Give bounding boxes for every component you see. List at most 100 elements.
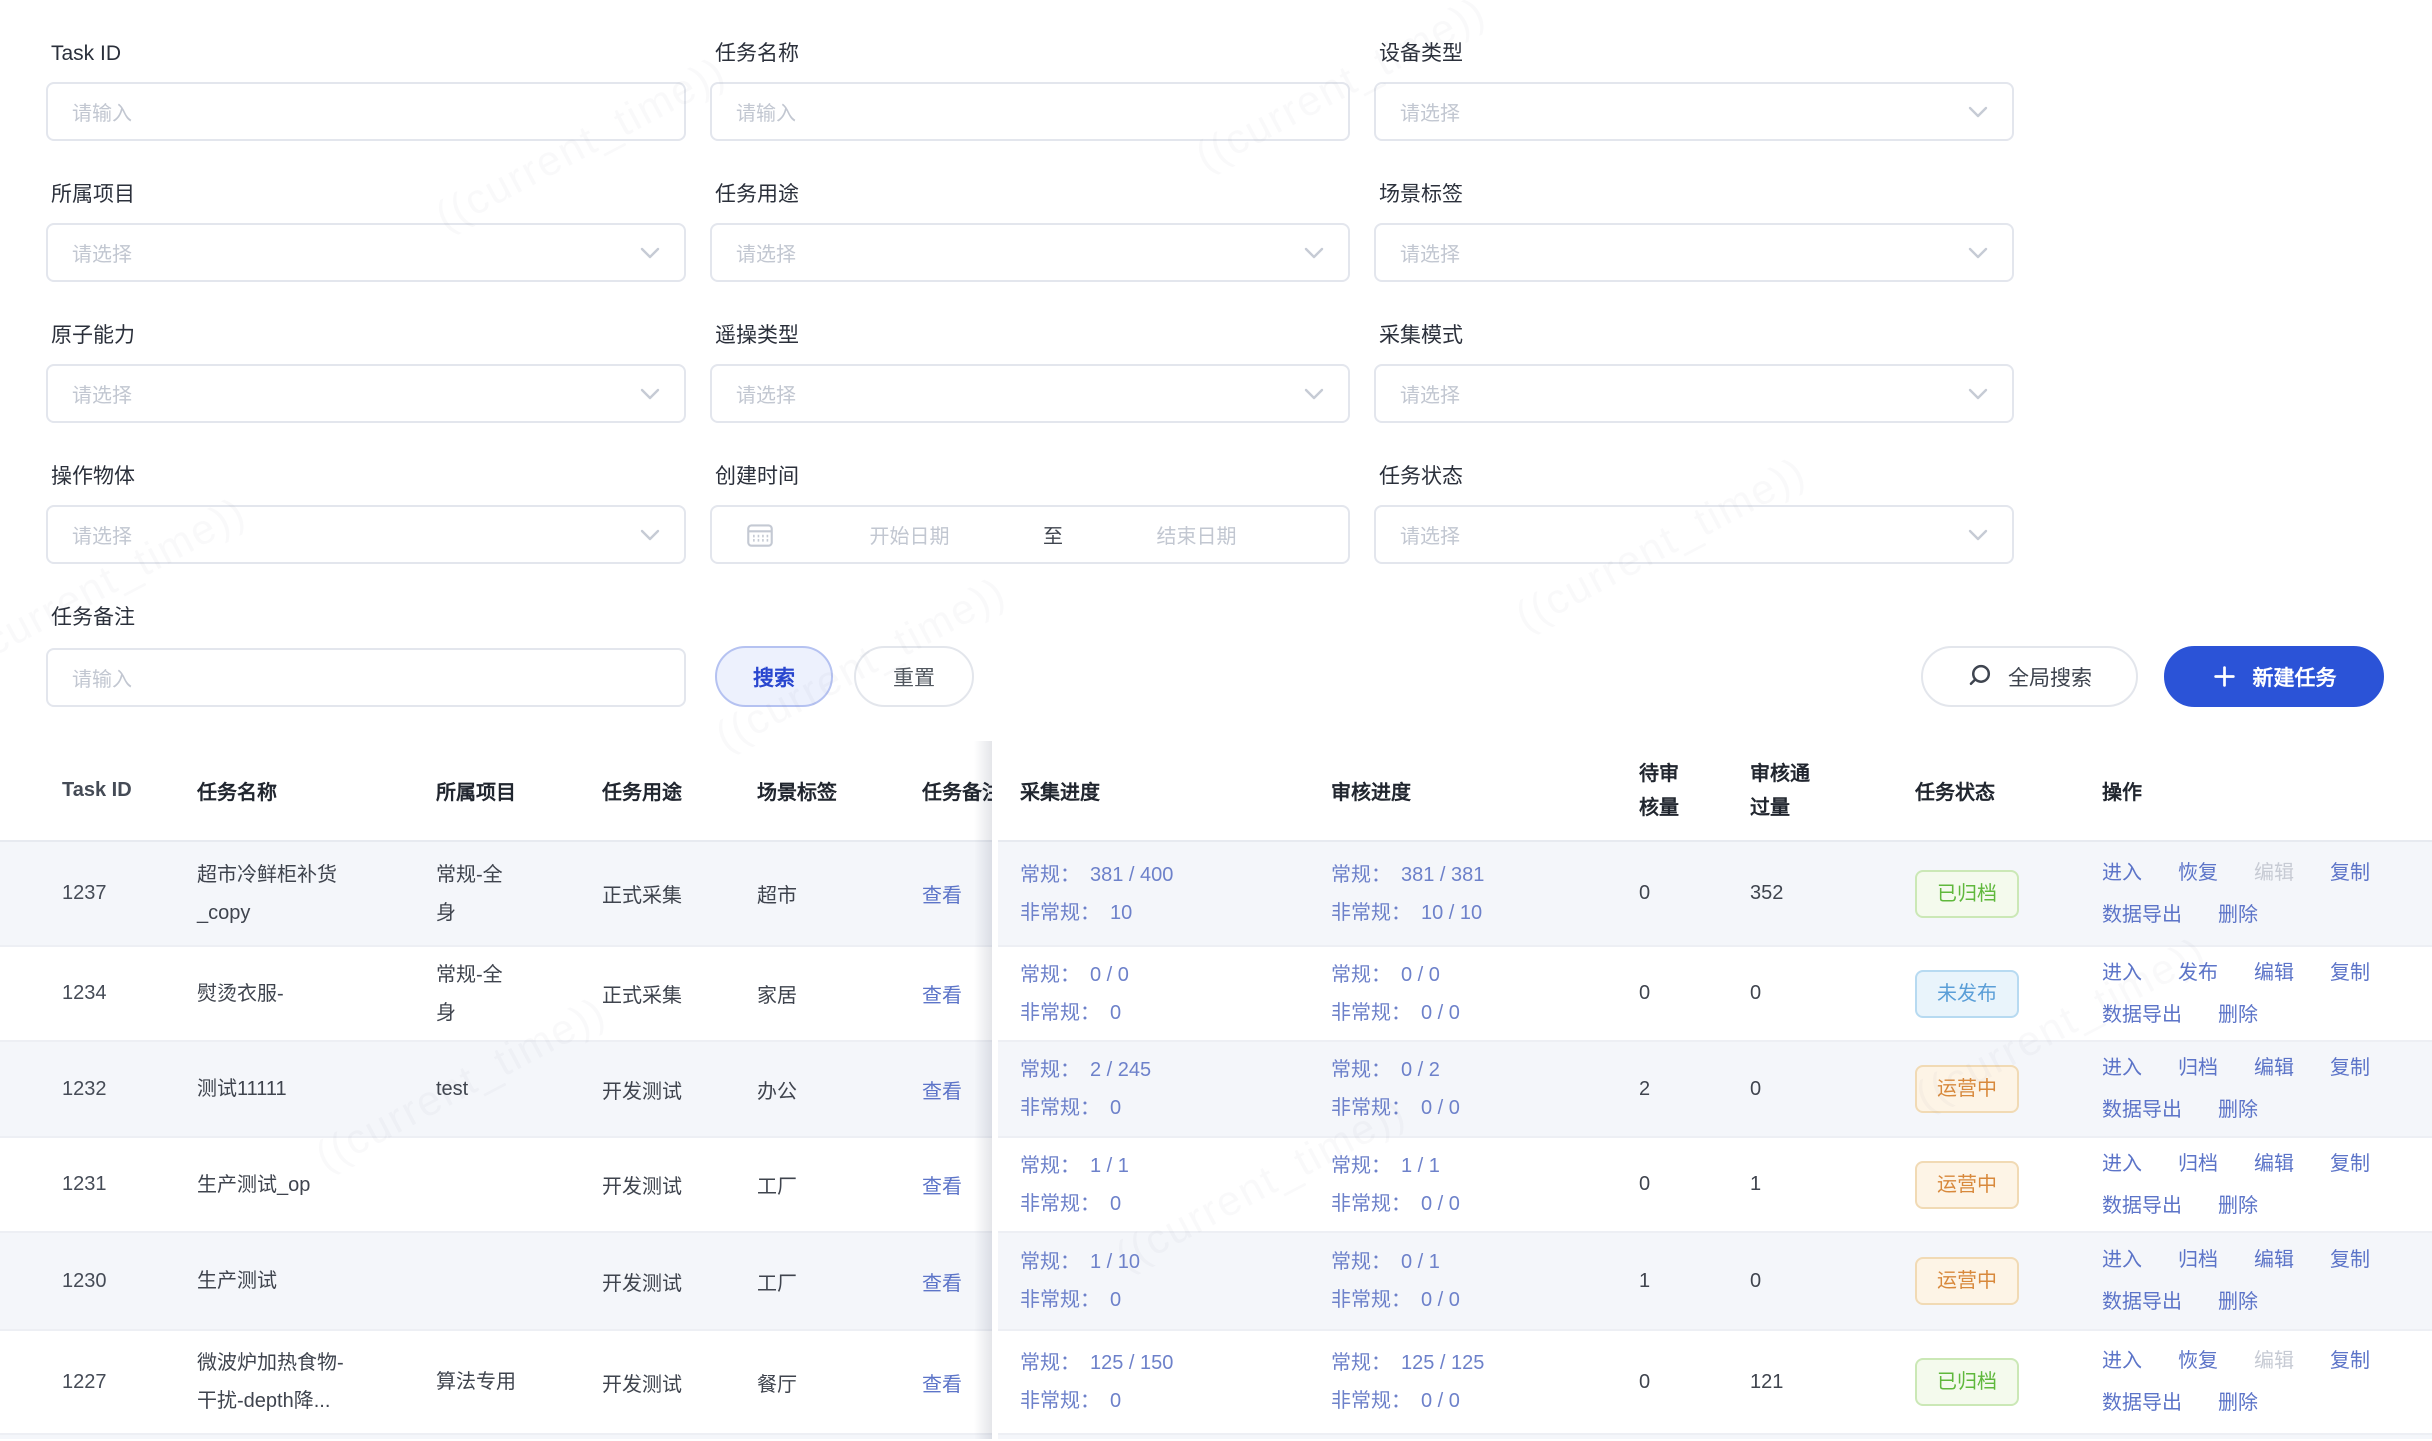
cell-approved-count: 1 [1726,1137,1891,1232]
atomic-ability-select[interactable]: 请选择 [46,364,686,423]
status-select[interactable]: 请选择 [1374,505,2014,564]
action-delete-link[interactable]: 删除 [2218,1282,2258,1322]
col-header-approved: 审核通过量 [1750,757,1816,825]
cell-collect-progress: 常规：0 / 0 非常规：0 [998,946,1311,1041]
teleop-type-select[interactable]: 请选择 [710,364,1350,423]
col-header-status: 任务状态 [1891,741,2078,841]
table-header-row: 采集进度 审核进度 待审核量 审核通过量 任务状态 操作 [998,741,2432,841]
reset-button[interactable]: 重置 [854,646,974,707]
cell-collect-progress: 常规：381 / 400 非常规：10 [998,841,1311,946]
action-enter-link[interactable]: 进入 [2102,1144,2142,1184]
task-name-placeholder: 请输入 [736,97,796,126]
status-badge: 已归档 [1915,870,2019,918]
search-button[interactable]: 搜索 [715,646,833,707]
task-id-input[interactable]: 请输入 [46,82,686,141]
col-header-name: 任务名称 [197,741,436,841]
task-name-input[interactable]: 请输入 [710,82,1350,141]
cell-scene: 家居 [757,946,918,1041]
status-badge: 运营中 [1915,1257,2019,1305]
view-remark-link[interactable]: 查看 [922,1273,962,1295]
action-edit-link[interactable]: 编辑 [2254,1240,2294,1280]
purpose-select[interactable]: 请选择 [710,223,1350,282]
col-header-scene: 场景标签 [757,741,918,841]
action-enter-link[interactable]: 进入 [2102,1341,2142,1381]
filter-purpose-label: 任务用途 [710,181,1350,209]
filter-task-id: Task ID 请输入 [46,40,686,141]
cell-purpose: 正式采集 [602,841,757,946]
action-delete-link[interactable]: 删除 [2218,1186,2258,1226]
table-row: 常规：1 / 1 非常规：0 常规：1 / 1 非常规：0 / 0 0 1 运营… [998,1137,2432,1232]
action-export-link[interactable]: 数据导出 [2102,895,2182,935]
action-enter-link[interactable]: 进入 [2102,1048,2142,1088]
cell-purpose: 正式采集 [602,946,757,1041]
device-type-select[interactable]: 请选择 [1374,82,2014,141]
start-date-placeholder[interactable]: 开始日期 [782,520,1037,549]
action-enter-link[interactable]: 进入 [2102,853,2142,893]
action-delete-link[interactable]: 删除 [2218,995,2258,1035]
action-export-link[interactable]: 数据导出 [2102,1383,2182,1423]
view-remark-link[interactable]: 查看 [922,1374,962,1396]
action-copy-link[interactable]: 复制 [2330,1144,2370,1184]
project-select[interactable]: 请选择 [46,223,686,282]
create-task-button[interactable]: 新建任务 [2164,646,2384,707]
action-edit-link[interactable]: 编辑 [2254,1048,2294,1088]
view-remark-link[interactable]: 查看 [922,1081,962,1103]
collect-mode-select[interactable]: 请选择 [1374,364,2014,423]
plus-icon [2212,664,2237,689]
action-edit-link: 编辑 [2254,1341,2294,1381]
action-export-link[interactable]: 数据导出 [2102,1186,2182,1226]
col-header-task-id: Task ID [0,741,197,841]
global-search-label: 全局搜索 [2008,662,2092,692]
action-enter-link[interactable]: 进入 [2102,1240,2142,1280]
action-export-link[interactable]: 数据导出 [2102,1282,2182,1322]
purpose-placeholder: 请选择 [736,238,796,267]
view-remark-link[interactable]: 查看 [922,1176,962,1198]
action-copy-link[interactable]: 复制 [2330,1240,2370,1280]
action-archive-link[interactable]: 归档 [2178,1048,2218,1088]
col-header-review-progress: 审核进度 [1311,741,1615,841]
action-export-link[interactable]: 数据导出 [2102,1090,2182,1130]
cell-scene: 餐厅 [757,1330,918,1434]
action-restore-link[interactable]: 恢复 [2178,1341,2218,1381]
col-header-project: 所属项目 [436,741,602,841]
remark-input[interactable]: 请输入 [46,648,686,707]
task-id-placeholder: 请输入 [72,97,132,126]
action-delete-link[interactable]: 删除 [2218,1383,2258,1423]
action-edit-link[interactable]: 编辑 [2254,953,2294,993]
project-placeholder: 请选择 [72,238,132,267]
action-publish-link[interactable]: 发布 [2178,953,2218,993]
status-badge: 运营中 [1915,1065,2019,1113]
action-copy-link[interactable]: 复制 [2330,953,2370,993]
view-remark-link[interactable]: 查看 [922,985,962,1007]
calendar-icon [744,519,776,551]
chevron-down-icon [1968,529,1988,541]
action-delete-link[interactable]: 删除 [2218,895,2258,935]
cell-approved-count: 0 [1726,1232,1891,1330]
action-copy-link[interactable]: 复制 [2330,1048,2370,1088]
action-archive-link[interactable]: 归档 [2178,1144,2218,1184]
cell-task-id: 1234 [0,946,197,1041]
create-time-range-picker[interactable]: 开始日期 至 结束日期 [710,505,1350,564]
chevron-down-icon [640,388,660,400]
action-archive-link[interactable]: 归档 [2178,1240,2218,1280]
action-restore-link[interactable]: 恢复 [2178,853,2218,893]
view-remark-link[interactable]: 查看 [922,885,962,907]
status-placeholder: 请选择 [1400,520,1460,549]
scene-tag-select[interactable]: 请选择 [1374,223,2014,282]
action-edit-link[interactable]: 编辑 [2254,1144,2294,1184]
cell-review-progress: 常规：0 / 1 非常规：0 / 0 [1311,1232,1615,1330]
cell-task-id: 1237 [0,841,197,946]
action-export-link[interactable]: 数据导出 [2102,995,2182,1035]
cell-approved-count: 352 [1726,841,1891,946]
table-row: 常规：381 / 400 非常规：10 常规：381 / 381 非常规：10 … [998,841,2432,946]
table-row: 常规：1 / 10 非常规：0 常规：0 / 1 非常规：0 / 0 1 0 运… [998,1232,2432,1330]
end-date-placeholder[interactable]: 结束日期 [1069,520,1324,549]
action-enter-link[interactable]: 进入 [2102,953,2142,993]
object-select[interactable]: 请选择 [46,505,686,564]
cell-purpose: 开发测试 [602,1041,757,1137]
global-search-button[interactable]: 全局搜索 [1921,646,2138,707]
action-copy-link[interactable]: 复制 [2330,1341,2370,1381]
object-placeholder: 请选择 [72,520,132,549]
action-copy-link[interactable]: 复制 [2330,853,2370,893]
action-delete-link[interactable]: 删除 [2218,1090,2258,1130]
